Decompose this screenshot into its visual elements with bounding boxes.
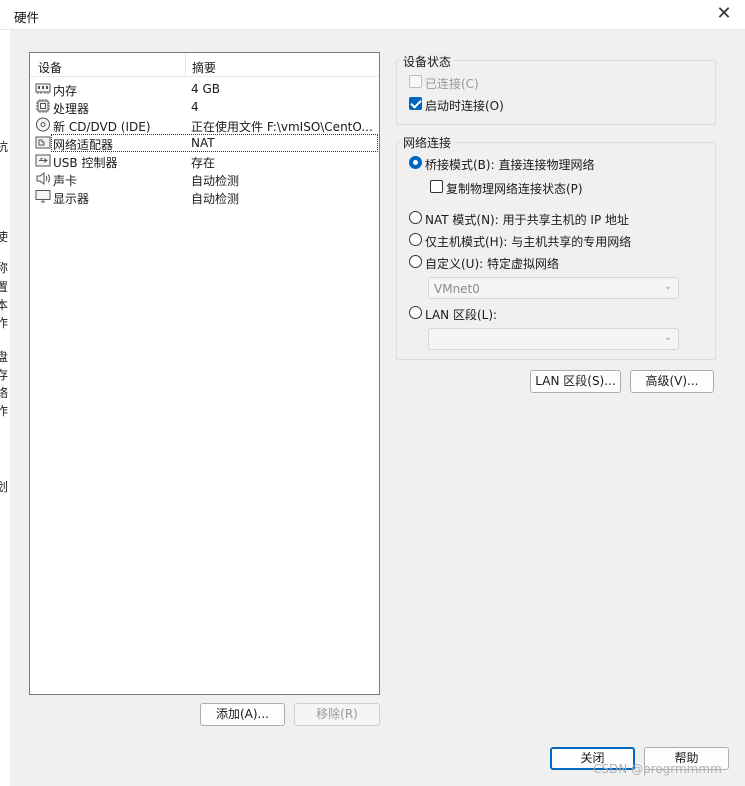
watermark-text: CSDN @progrmmmm (593, 762, 722, 776)
lan-segments-button[interactable]: LAN 区段(S)... (530, 370, 621, 393)
column-header-summary[interactable]: 摘要 (192, 59, 216, 76)
chevron-down-icon: ⌄ (663, 332, 672, 343)
device-status-title: 设备状态 (400, 53, 455, 70)
device-name: USB 控制器 (53, 156, 118, 170)
vmnet-select[interactable]: VMnet0 ⌄ (428, 277, 679, 299)
background-glyph: 使 (0, 230, 9, 244)
replicate-state-checkbox[interactable] (430, 180, 443, 193)
background-glyph: 盘 (0, 350, 9, 364)
advanced-button[interactable]: 高级(V)... (630, 370, 714, 393)
background-glyph: 作 (0, 404, 9, 418)
device-summary: 存在 (191, 156, 216, 170)
device-summary: 正在使用文件 F:\vmISO\CentO... (191, 120, 373, 134)
sound-card-icon (36, 172, 50, 185)
background-window-strip: 抗 使 称 置 本 作 盘 存 络 作 划 (0, 30, 10, 630)
device-row-usb-controller[interactable]: USB 控制器 存在 (30, 152, 379, 170)
device-list-header: 设备 摘要 (30, 53, 379, 77)
usb-icon (35, 154, 51, 167)
background-glyph: 存 (0, 368, 9, 382)
background-glyph: 称 (0, 261, 9, 275)
device-summary: NAT (191, 136, 215, 150)
device-row-display[interactable]: 显示器 自动检测 (30, 188, 379, 206)
dialog-titlebar: 硬件 ✕ (0, 0, 745, 30)
device-summary: 4 GB (191, 82, 220, 96)
device-name: 内存 (53, 84, 78, 98)
close-icon[interactable]: ✕ (711, 3, 737, 27)
replicate-state-label: 复制物理网络连接状态(P) (446, 182, 583, 196)
network-connection-title: 网络连接 (400, 134, 455, 151)
custom-label: 自定义(U): 特定虚拟网络 (425, 257, 560, 271)
device-name: 网络适配器 (53, 138, 114, 152)
display-icon (35, 190, 51, 203)
bridged-label: 桥接模式(B): 直接连接物理网络 (425, 158, 595, 172)
device-summary: 4 (191, 100, 199, 114)
device-summary: 自动检测 (191, 174, 240, 188)
bridged-radio[interactable] (409, 156, 422, 169)
network-adapter-icon (35, 136, 51, 149)
background-glyph: 本 (0, 298, 9, 312)
nat-label: NAT 模式(N): 用于共享主机的 IP 地址 (425, 213, 630, 227)
device-name: 新 CD/DVD (IDE) (53, 120, 151, 134)
device-row-cd-dvd[interactable]: 新 CD/DVD (IDE) 正在使用文件 F:\vmISO\CentO... (30, 116, 379, 134)
connect-at-power-on-label: 启动时连接(O) (425, 99, 504, 113)
device-list[interactable]: 设备 摘要 内存 4 GB 处理器 4 新 CD/DVD (IDE) 正在使用文… (29, 52, 380, 695)
background-glyph: 置 (0, 280, 9, 294)
device-name: 处理器 (53, 102, 90, 116)
dialog-title: 硬件 (14, 10, 40, 25)
cd-dvd-icon (36, 117, 50, 132)
host-only-label: 仅主机模式(H): 与主机共享的专用网络 (425, 235, 632, 249)
custom-radio[interactable] (409, 255, 422, 268)
background-glyph: 划 (0, 480, 9, 494)
nat-radio[interactable] (409, 211, 422, 224)
device-row-memory[interactable]: 内存 4 GB (30, 80, 379, 98)
remove-button[interactable]: 移除(R) (294, 703, 380, 726)
column-header-device[interactable]: 设备 (38, 59, 62, 76)
add-button[interactable]: 添加(A)... (200, 703, 285, 726)
connected-label: 已连接(C) (425, 77, 479, 91)
device-name: 显示器 (53, 192, 90, 206)
lan-segment-radio[interactable] (409, 306, 422, 319)
lan-segment-select[interactable]: ⌄ (428, 328, 679, 350)
device-row-processor[interactable]: 处理器 4 (30, 98, 379, 116)
device-name: 声卡 (53, 174, 78, 188)
background-glyph: 抗 (0, 140, 9, 154)
host-only-radio[interactable] (409, 233, 422, 246)
connected-checkbox[interactable] (409, 75, 422, 88)
vmnet-select-value: VMnet0 (434, 282, 480, 296)
column-separator[interactable] (185, 53, 186, 77)
chevron-down-icon: ⌄ (663, 281, 672, 292)
device-row-sound-card[interactable]: 声卡 自动检测 (30, 170, 379, 188)
background-glyph: 作 (0, 316, 9, 330)
device-row-network-adapter[interactable]: 网络适配器 NAT (30, 134, 379, 152)
background-glyph: 络 (0, 386, 9, 400)
lan-segment-label: LAN 区段(L): (425, 308, 498, 322)
processor-icon (36, 99, 50, 113)
device-summary: 自动检测 (191, 192, 240, 206)
memory-icon (35, 83, 51, 94)
connect-at-power-on-checkbox[interactable] (409, 97, 422, 110)
